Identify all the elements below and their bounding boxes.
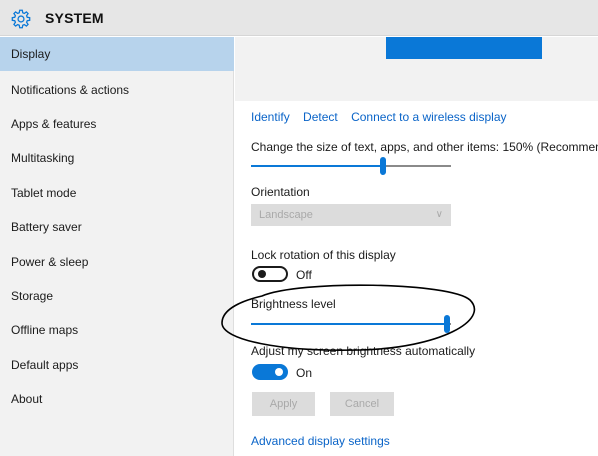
sidebar-item-about[interactable]: About [0,382,234,416]
sidebar-item-notifications[interactable]: Notifications & actions [0,73,234,107]
auto-brightness-toggle[interactable] [252,364,288,380]
connect-wireless-link[interactable]: Connect to a wireless display [351,110,506,124]
window-title: SYSTEM [45,10,104,26]
brightness-slider-fill [251,323,447,325]
sidebar-item-apps-features[interactable]: Apps & features [0,107,234,141]
scale-slider-fill [251,165,383,167]
lock-rotation-state: Off [296,268,312,282]
auto-brightness-state: On [296,366,313,380]
sidebar-item-battery-saver[interactable]: Battery saver [0,210,234,244]
display-preview [235,37,598,101]
sidebar-item-default-apps[interactable]: Default apps [0,348,234,382]
scale-label: Change the size of text, apps, and other… [251,140,598,154]
sidebar-item-storage[interactable]: Storage [0,279,234,313]
display-settings-panel: Identify Detect Connect to a wireless di… [235,37,598,456]
sidebar: Display Notifications & actions Apps & f… [0,37,234,456]
auto-brightness-label: Adjust my screen brightness automaticall… [251,344,476,358]
title-bar: SYSTEM [0,0,598,36]
lock-rotation-toggle[interactable] [252,266,288,282]
apply-button[interactable]: Apply [252,392,315,416]
orientation-label: Orientation [251,185,310,199]
scale-slider-thumb[interactable] [380,157,386,175]
sidebar-item-multitasking[interactable]: Multitasking [0,141,234,175]
cancel-button[interactable]: Cancel [330,392,394,416]
sidebar-item-display[interactable]: Display [0,37,234,71]
sidebar-item-power-sleep[interactable]: Power & sleep [0,245,234,279]
chevron-down-icon: ∨ [435,209,443,220]
gear-icon [11,9,31,29]
display-links: Identify Detect Connect to a wireless di… [251,110,517,124]
toggle-knob [275,368,283,376]
orientation-value: Landscape [259,209,313,221]
advanced-display-settings-link[interactable]: Advanced display settings [251,434,390,448]
sidebar-item-offline-maps[interactable]: Offline maps [0,313,234,347]
brightness-slider-thumb[interactable] [444,315,450,333]
toggle-knob [258,270,266,278]
sidebar-item-tablet-mode[interactable]: Tablet mode [0,176,234,210]
monitor-tile[interactable] [386,37,542,59]
detect-link[interactable]: Detect [303,110,338,124]
orientation-dropdown[interactable]: Landscape ∨ [251,204,451,226]
brightness-label: Brightness level [251,297,336,311]
identify-link[interactable]: Identify [251,110,290,124]
lock-rotation-label: Lock rotation of this display [251,248,396,262]
